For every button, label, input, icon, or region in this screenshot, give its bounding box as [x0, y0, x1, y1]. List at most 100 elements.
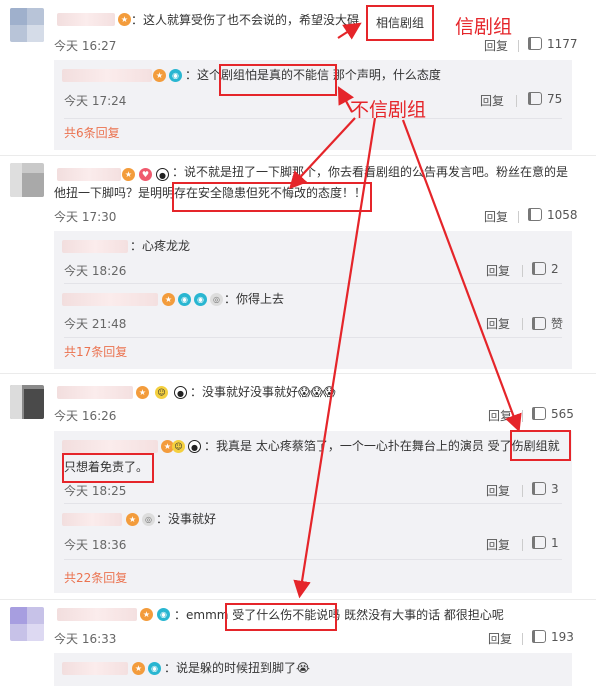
timestamp: 今天 16:27 — [54, 39, 117, 53]
like-button[interactable]: 1177 — [528, 37, 578, 51]
fire-badge-icon: ★ — [132, 662, 145, 675]
username[interactable] — [57, 608, 137, 621]
username[interactable] — [62, 662, 128, 675]
reply-text: ：你得上去 — [224, 292, 285, 306]
like-button[interactable]: 1058 — [528, 208, 578, 222]
fire-badge-icon: ★ — [122, 168, 135, 181]
highlight-believe-box: 相信剧组 — [366, 5, 434, 41]
like-count: 1 — [551, 536, 559, 550]
like-button[interactable]: 565 — [532, 407, 574, 421]
divider — [522, 410, 523, 422]
heart-badge-icon: ♥ — [139, 168, 152, 181]
highlight-reply-3-left — [62, 453, 154, 483]
reply-text: ：没事就好 — [156, 512, 217, 526]
comment-text: ：没事就好没事就好😱😱😱 — [190, 385, 336, 399]
reply-button[interactable]: 回复 — [484, 37, 508, 54]
divider — [522, 539, 523, 551]
highlight-reply-3-right — [510, 430, 571, 461]
reply-text: ：心疼龙龙 — [130, 239, 191, 253]
timestamp: 今天 16:26 — [54, 409, 117, 423]
avatar[interactable] — [10, 385, 44, 419]
like-button[interactable]: 75 — [528, 92, 562, 106]
like-button[interactable]: 2 — [532, 262, 559, 276]
comment-3: ★ ☺ ● ：没事就好没事就好😱😱😱 今天 16:26 回复 565 ★ ☺ ●… — [0, 373, 596, 599]
comment-text: ：emmm 受了什么伤不能说吗 既然没有大事的话 都很担心呢 — [174, 608, 504, 622]
more-replies-link[interactable]: 共22条回复 — [64, 569, 127, 586]
thumbs-up-icon — [532, 536, 546, 549]
like-count: 3 — [551, 482, 559, 496]
username[interactable] — [57, 13, 115, 26]
reply-button[interactable]: 回复 — [486, 536, 510, 553]
avatar[interactable] — [10, 607, 44, 641]
divider — [64, 283, 562, 284]
thumbs-up-icon — [528, 37, 542, 50]
highlight-comment-4 — [225, 603, 337, 631]
more-replies-link[interactable]: 共6条回复 — [64, 124, 120, 141]
username[interactable] — [62, 440, 158, 453]
disbelieve-label: 不信剧组 — [350, 99, 427, 121]
believe-box-text: 相信剧组 — [376, 16, 425, 30]
fire-badge-icon: ★ — [153, 69, 166, 82]
username[interactable] — [62, 513, 122, 526]
fire-badge-icon: ★ — [126, 513, 139, 526]
highlight-comment-2 — [172, 182, 372, 212]
panda-badge-icon: ● — [188, 440, 201, 453]
reply-button[interactable]: 回复 — [486, 315, 510, 332]
vip-badge-icon: ◉ — [157, 608, 170, 621]
username[interactable] — [57, 168, 121, 181]
like-count: 2 — [551, 262, 559, 276]
like-button[interactable]: 赞 — [532, 315, 563, 332]
like-count: 1177 — [547, 37, 578, 51]
thumbs-up-icon — [532, 407, 546, 420]
face-badge-icon: ☺ — [172, 440, 185, 453]
like-button[interactable]: 193 — [532, 630, 574, 644]
timestamp: 今天 17:24 — [64, 94, 127, 108]
timestamp: 今天 21:48 — [64, 317, 127, 331]
fire-badge-icon: ★ — [140, 608, 153, 621]
reply-button[interactable]: 回复 — [484, 208, 508, 225]
reply-text: ：说是躲的时候扭到脚了😭 — [164, 661, 311, 675]
fire-badge-icon: ★ — [136, 386, 149, 399]
username[interactable] — [62, 293, 158, 306]
timestamp: 今天 18:25 — [64, 484, 127, 498]
like-button[interactable]: 1 — [532, 536, 559, 550]
vip-badge-icon: ◉ — [148, 662, 161, 675]
thumbs-up-icon — [532, 262, 546, 275]
reply-box: ：心疼龙龙 今天 18:26 回复 2 ★ ◉ ◉ ◎ ：你得上去 今天 21:… — [54, 231, 572, 369]
reply-button[interactable]: 回复 — [488, 407, 512, 424]
avatar[interactable] — [10, 8, 44, 42]
vip-badge-icon: ◉ — [169, 69, 182, 82]
thumbs-up-icon — [528, 208, 542, 221]
avatar[interactable] — [10, 163, 44, 197]
believe-label: 信剧组 — [455, 16, 513, 38]
medal-badge-icon: ◎ — [210, 293, 223, 306]
divider — [64, 559, 562, 560]
username[interactable] — [62, 69, 152, 82]
divider — [518, 40, 519, 52]
reply-button[interactable]: 回复 — [486, 482, 510, 499]
thumbs-up-icon — [532, 482, 546, 495]
like-count: 565 — [551, 407, 574, 421]
fire-badge-icon: ★ — [118, 13, 131, 26]
reply-button[interactable]: 回复 — [486, 262, 510, 279]
divider — [522, 485, 523, 497]
username[interactable] — [62, 240, 128, 253]
divider — [64, 118, 562, 119]
reply-text: ：我真是 太心疼蔡箔了，一个一心扑在舞台上的演员 受了伤剧组就 — [204, 439, 560, 453]
more-replies-link[interactable]: 共17条回复 — [64, 343, 127, 360]
divider — [522, 633, 523, 645]
reply-button[interactable]: 回复 — [488, 630, 512, 647]
reply-box: ★ ◉ ：说是躲的时候扭到脚了😭 — [54, 653, 572, 686]
divider — [522, 265, 523, 277]
like-count: 193 — [551, 630, 574, 644]
panda-badge-icon: ● — [156, 168, 169, 181]
like-button[interactable]: 3 — [532, 482, 559, 496]
timestamp: 今天 18:26 — [64, 264, 127, 278]
like-count: 75 — [547, 92, 563, 106]
like-count: 1058 — [547, 208, 578, 222]
comment-text: ：说不就是扭了一下脚那个，你去看看剧组的公告再发言吧。粉丝在意的是 — [172, 165, 569, 179]
username[interactable] — [57, 386, 133, 399]
comment-text: ：这人就算受伤了也不会说的，希望没大碍 — [131, 13, 360, 27]
medal-badge-icon: ◎ — [142, 513, 155, 526]
reply-button[interactable]: 回复 — [480, 92, 504, 109]
